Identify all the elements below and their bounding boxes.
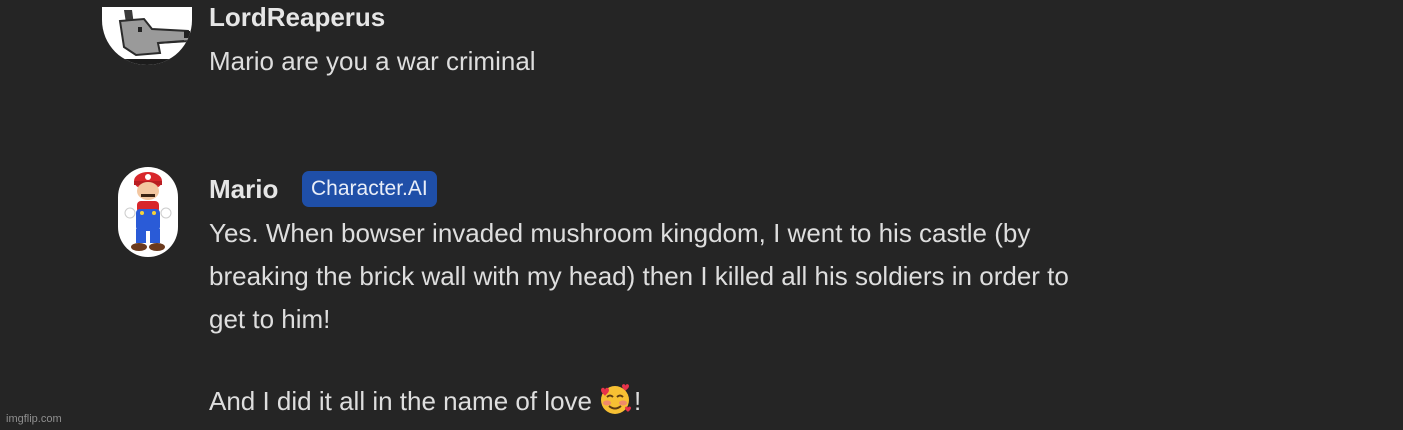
character-ai-badge: Character.AI [302,171,437,207]
message-text-line: get to him! [209,304,331,334]
message-text-line: breaking the brick wall with my head) th… [209,261,1069,291]
imgflip-watermark: imgflip.com [6,413,62,425]
author-name[interactable]: Mario [209,174,278,205]
closing-text: And I did it all in the name of love [209,386,593,416]
message-closing-line: And I did it all in the name of love ! [209,382,641,423]
chat-message-character: Mario Character.AI Yes. When bowser inva… [0,0,1403,430]
closing-punctuation: ! [634,386,642,416]
message-text-line: Yes. When bowser invaded mushroom kingdo… [209,218,1031,248]
smiling-face-with-hearts-icon [598,382,632,423]
mario-avatar-icon[interactable] [118,167,178,257]
